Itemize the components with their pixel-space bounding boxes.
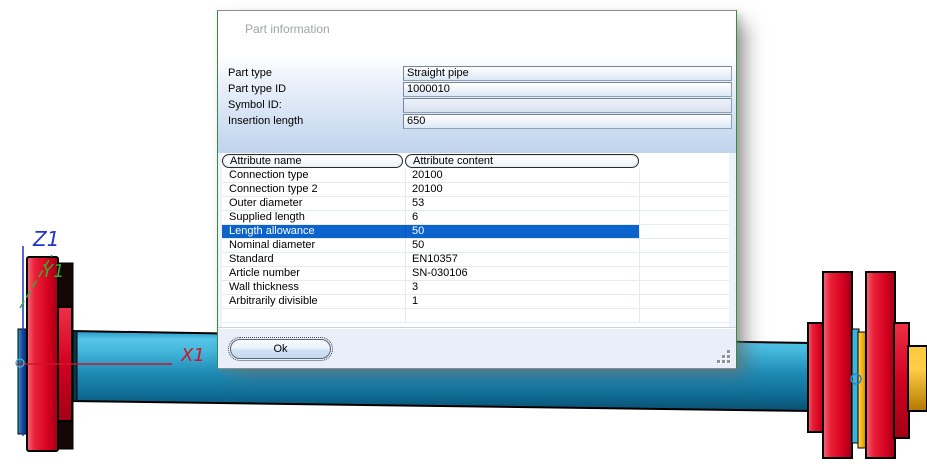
part-type-label: Part type (228, 67, 273, 79)
attr-content-cell: 53 (405, 197, 639, 210)
field-row-part-type-id: Part type ID 1000010 (218, 82, 736, 97)
attr-name-cell: Wall thickness (229, 281, 299, 293)
insertion-length-label: Insertion length (228, 115, 304, 127)
field-row-insertion-length: Insertion length 650 (218, 114, 736, 129)
insertion-length-value[interactable]: 650 (403, 114, 732, 129)
attr-extra-cell (639, 169, 729, 182)
attr-name-cell: Arbitrarily divisible (229, 295, 318, 307)
symbol-id-value[interactable] (403, 98, 732, 113)
yellow-pipe-stub[interactable] (907, 345, 927, 412)
cad-viewport: Z1 Y1 X1 Part information Part type Stra… (0, 0, 927, 470)
attr-name-cell: Nominal diameter (229, 239, 316, 251)
column-header-attribute-content[interactable]: Attribute content (405, 154, 639, 168)
part-information-dialog: Part information Part type Straight pipe… (217, 10, 737, 369)
right-flange[interactable] (807, 271, 927, 459)
field-row-symbol-id: Symbol ID: (218, 98, 736, 113)
attr-name-cell: Connection type (229, 169, 309, 181)
attr-content-cell: 20100 (405, 183, 639, 196)
attribute-table-header: Attribute name Attribute content (222, 153, 729, 169)
attr-extra-cell (639, 211, 729, 224)
table-row[interactable]: Standard EN10357 (222, 253, 729, 267)
table-row[interactable]: Outer diameter 53 (222, 197, 729, 211)
attr-content-cell: 50 (405, 239, 639, 252)
attr-content-cell: 3 (405, 281, 639, 294)
attr-name-cell: Article number (229, 267, 300, 279)
attr-extra-cell (639, 239, 729, 252)
table-row[interactable]: Wall thickness 3 (222, 281, 729, 295)
attr-extra-cell (639, 225, 729, 238)
x-axis-label: X1 (180, 345, 205, 366)
z-axis-label: Z1 (32, 227, 59, 251)
table-row[interactable]: Article number SN-030106 (222, 267, 729, 281)
table-row[interactable]: Nominal diameter 50 (222, 239, 729, 253)
part-type-id-value[interactable]: 1000010 (403, 82, 732, 97)
part-type-id-label: Part type ID (228, 83, 287, 95)
left-flange[interactable] (17, 256, 74, 452)
attr-content-cell: 6 (405, 211, 639, 224)
attr-content-cell: EN10357 (405, 253, 639, 266)
attr-content-cell: 20100 (405, 169, 639, 182)
attr-content-cell: 1 (405, 295, 639, 308)
attr-name-cell: Connection type 2 (229, 183, 318, 195)
dialog-footer: Ok (218, 327, 736, 368)
dialog-title: Part information (218, 11, 736, 55)
field-row-part-type: Part type Straight pipe (218, 66, 736, 81)
table-row-selected[interactable]: Length allowance 50 (222, 225, 729, 239)
attr-extra-cell (639, 197, 729, 210)
table-row[interactable]: Connection type 20100 (222, 169, 729, 183)
table-row[interactable]: Connection type 2 20100 (222, 183, 729, 197)
resize-grip[interactable] (717, 350, 731, 364)
part-fields-section: Part type Straight pipe Part type ID 100… (218, 55, 736, 153)
attr-content-cell: 50 (405, 225, 639, 238)
attr-name-cell: Supplied length (229, 211, 305, 223)
attr-extra-cell (639, 267, 729, 280)
attr-extra-cell (639, 295, 729, 308)
attr-content-cell: SN-030106 (405, 267, 639, 280)
table-row[interactable]: Arbitrarily divisible 1 (222, 295, 729, 309)
part-type-value[interactable]: Straight pipe (403, 66, 732, 81)
attribute-table: Attribute name Attribute content Connect… (222, 153, 729, 327)
attr-extra-cell (639, 281, 729, 294)
attr-name-cell: Standard (229, 253, 274, 265)
attr-name-cell: Length allowance (222, 225, 405, 238)
ok-button[interactable]: Ok (228, 337, 333, 361)
attr-extra-cell (639, 253, 729, 266)
symbol-id-label: Symbol ID: (228, 99, 282, 111)
attr-name-cell: Outer diameter (229, 197, 303, 209)
column-header-attribute-name[interactable]: Attribute name (222, 154, 403, 168)
table-row-empty[interactable] (222, 309, 729, 323)
table-row[interactable]: Supplied length 6 (222, 211, 729, 225)
attr-extra-cell (639, 183, 729, 196)
y-axis-label: Y1 (42, 261, 64, 282)
